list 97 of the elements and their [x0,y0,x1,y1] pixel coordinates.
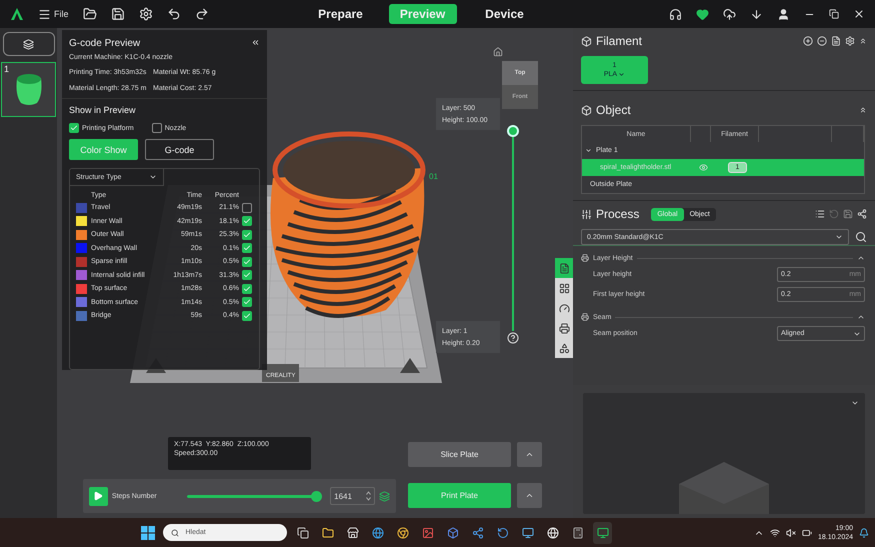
app-icon [346,526,359,538]
cloud-upload-icon[interactable] [723,8,736,20]
collapse-icon[interactable] [859,106,867,114]
heart-icon[interactable] [696,8,709,20]
collapse-icon[interactable] [859,37,867,45]
collapse-icon[interactable] [251,38,260,47]
undo-icon[interactable] [166,7,181,21]
app-icon [296,526,309,538]
app-icon [446,526,459,538]
app-icon [372,526,384,538]
plate-number: 01 [429,171,438,183]
cube-icon [581,104,592,116]
add-icon[interactable] [803,36,813,46]
play-icon [93,491,104,501]
layer-slider-handle[interactable] [507,125,519,137]
chevron-up-icon [525,450,534,459]
plate-thumbnail[interactable]: 1 [1,62,56,117]
download-arrow-icon[interactable] [750,8,763,20]
vase-thumbnail-icon [14,72,44,106]
windows-start-icon[interactable] [141,526,156,540]
section-title: Process [596,207,640,221]
section-title: Object [596,103,631,117]
app-icon [496,526,509,538]
checkbox[interactable] [242,297,252,307]
chevron-up-icon [525,491,534,500]
steps-input[interactable]: 1641 [330,487,375,505]
app-logo-icon [10,7,24,21]
help-icon[interactable] [507,332,519,344]
grid-icon [558,282,570,294]
plate-number: 1 [4,64,10,74]
layers-icon [23,38,34,50]
gauge-icon [558,302,570,314]
section-icon [581,254,589,262]
checkbox[interactable] [242,216,252,226]
home-icon[interactable] [493,47,503,57]
search-icon[interactable] [855,231,867,243]
checkbox[interactable] [242,202,252,212]
app-icon [422,526,434,538]
caret-icon [835,233,843,241]
app-icon [522,526,534,538]
checkbox[interactable] [242,310,252,320]
restore-icon[interactable] [829,9,839,19]
file-menu[interactable]: File [38,8,69,20]
collapse-icon[interactable] [857,254,865,262]
user-icon[interactable] [777,8,790,20]
checkbox[interactable] [242,284,252,294]
nav-tab[interactable]: Device [470,4,539,24]
section-title: Show in Preview [69,105,137,115]
open-folder-icon[interactable] [82,7,97,21]
checkbox[interactable] [242,230,252,240]
list-icon[interactable] [815,209,825,219]
printer-icon [558,322,570,334]
headset-icon[interactable] [669,8,682,20]
play-button[interactable] [89,486,108,506]
checkbox[interactable] [152,123,162,133]
collapse-icon[interactable] [857,313,865,321]
battery-icon[interactable] [802,528,812,538]
app-icon [396,526,409,538]
app-icon [322,526,334,538]
mode-button[interactable]: G-code [145,139,214,160]
slice-plate-button[interactable]: Slice Plate [408,442,511,467]
app-icon [572,526,584,538]
checkbox[interactable] [242,256,252,266]
document-icon [558,262,570,274]
redo-icon[interactable] [194,7,209,21]
panel-title: G-code Preview [69,38,140,49]
settings-icon[interactable] [138,7,153,21]
section-title: Filament [596,34,642,48]
share-icon[interactable] [857,209,867,219]
close-icon[interactable] [853,8,865,20]
settings-icon[interactable] [845,36,855,46]
wifi-icon[interactable] [770,528,780,538]
edit-icon[interactable] [831,36,841,46]
layers-icon[interactable] [379,490,390,502]
side-tab[interactable] [555,258,573,278]
checkbox[interactable] [242,243,252,253]
slider-handle[interactable] [311,490,322,502]
muted-speaker-icon[interactable] [786,528,796,538]
checkbox[interactable] [242,270,252,280]
caret-icon [618,71,626,78]
search-icon [171,528,180,536]
caret-icon [149,173,157,181]
nav-tab[interactable]: Prepare [306,4,375,24]
shapes-icon [558,342,570,354]
plate-settings-button[interactable] [2,32,54,56]
spin-arrows-icon [366,491,371,501]
app-icon [596,526,609,538]
bell-icon[interactable] [859,528,870,538]
sliders-icon [581,208,592,220]
app-icon [546,526,559,538]
remove-icon[interactable] [817,36,827,46]
menu-icon [38,8,51,20]
collapse-icon[interactable] [851,399,859,407]
checkbox[interactable] [69,123,79,133]
section-icon [581,313,589,321]
app-icon [472,526,484,538]
taskbar-app-icon[interactable] [593,522,612,544]
